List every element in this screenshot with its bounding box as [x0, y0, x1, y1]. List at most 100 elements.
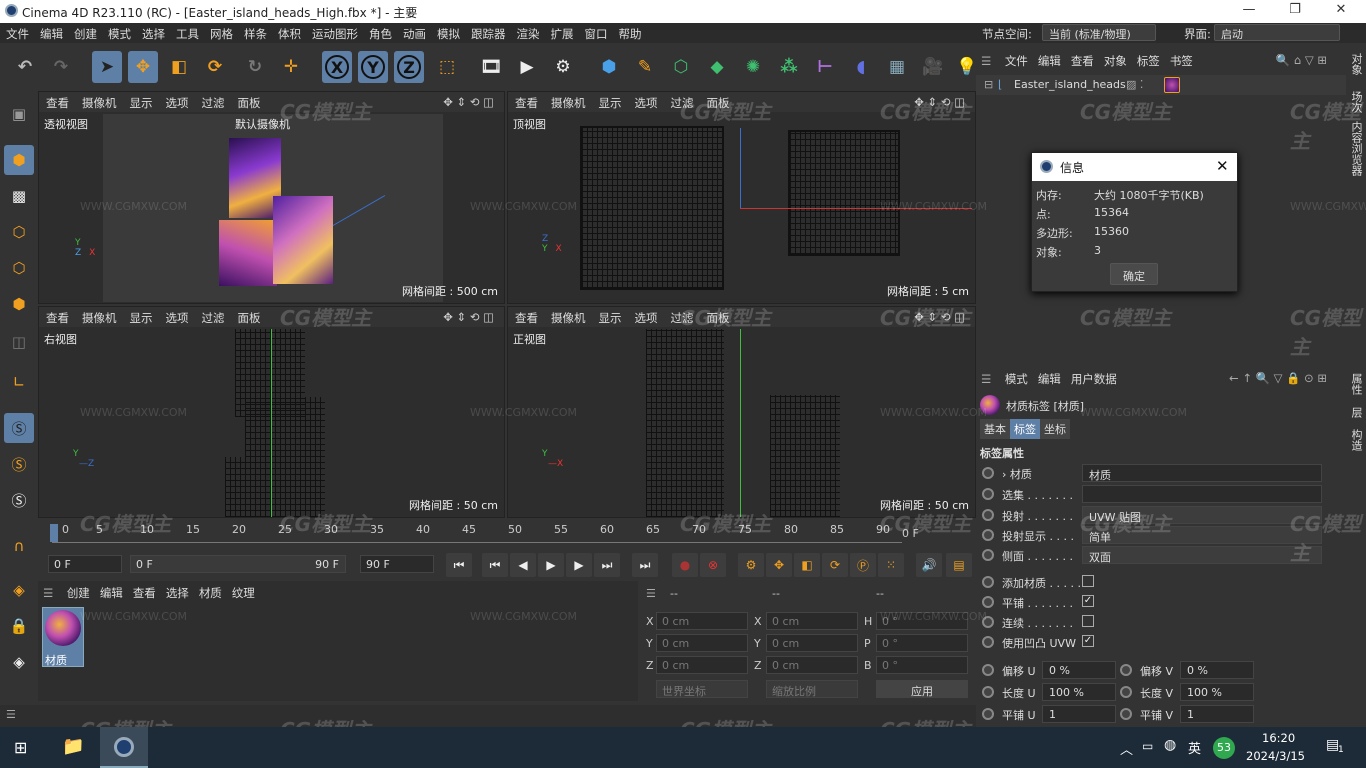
move-plus-icon[interactable]: ✛ — [276, 51, 306, 83]
layer-icon[interactable]: ▨ ⁚ — [1126, 78, 1143, 91]
menu-select[interactable]: 选择 — [136, 23, 170, 42]
floor-icon[interactable]: ▦ — [882, 51, 912, 83]
vp-menu-panel[interactable]: 面板 — [700, 307, 736, 326]
timeline-playhead[interactable] — [50, 524, 58, 542]
cinema4d-taskbar-button[interactable] — [100, 727, 148, 768]
key-scale-icon[interactable]: ◧ — [794, 553, 820, 577]
keyframe-dot-icon[interactable] — [982, 488, 994, 500]
vp-menu-camera[interactable]: 摄像机 — [544, 307, 592, 326]
record-keys-icon[interactable]: ● — [672, 553, 698, 577]
hamburger-icon[interactable]: ☰ — [976, 54, 996, 68]
menu-tracker[interactable]: 跟踪器 — [465, 23, 511, 42]
current-frame-field[interactable]: 0 F — [48, 555, 122, 573]
keyframe-dot-icon[interactable] — [982, 616, 994, 628]
keyframe-dot-icon[interactable] — [1120, 686, 1132, 698]
tab-tag[interactable]: 标签 — [1010, 419, 1040, 439]
obj-menu-bookmarks[interactable]: 书签 — [1165, 53, 1198, 69]
hamburger-icon[interactable]: ☰ — [976, 372, 996, 386]
side-tab-structure[interactable]: 构造 — [1348, 429, 1364, 451]
network-globe-icon[interactable]: ◍ — [1164, 737, 1176, 753]
render-picture-viewer-icon[interactable]: ▶ — [512, 51, 542, 83]
prev-frame-icon[interactable]: ◀ — [510, 553, 536, 577]
side-tab-attributes[interactable]: 属性 — [1348, 373, 1364, 395]
pen-spline-icon[interactable]: ✎ — [630, 51, 660, 83]
tiles-u-field[interactable]: 1 — [1042, 705, 1116, 723]
menu-tools[interactable]: 工具 — [170, 23, 204, 42]
size-z-field[interactable]: 0 cm — [766, 656, 858, 674]
rotation-h-field[interactable]: 0 ° — [876, 612, 968, 630]
minimize-button[interactable]: — — [1226, 2, 1272, 17]
offset-u-field[interactable]: 0 % — [1042, 661, 1116, 679]
hamburger-icon[interactable]: ☰ — [6, 708, 16, 721]
magnet-icon[interactable]: ∩ — [4, 531, 34, 561]
workplane-icon[interactable]: ◈ — [4, 575, 34, 605]
goto-start-icon[interactable]: ⏮ — [446, 553, 472, 577]
menu-animate[interactable]: 动画 — [397, 23, 431, 42]
side-tab-objects[interactable]: 对象 — [1348, 53, 1364, 75]
vp-menu-display[interactable]: 显示 — [123, 92, 159, 111]
rotation-p-field[interactable]: 0 ° — [876, 634, 968, 652]
mat-menu-select[interactable]: 选择 — [161, 585, 194, 601]
vp-menu-camera[interactable]: 摄像机 — [75, 92, 123, 111]
obj-menu-tags[interactable]: 标签 — [1132, 53, 1165, 69]
redo-icon[interactable]: ↷ — [46, 51, 76, 83]
mograph-fracture-icon[interactable]: ⁂ — [774, 51, 804, 83]
undo-icon[interactable]: ↶ — [10, 51, 40, 83]
axis-mode-icon[interactable]: ∟ — [4, 367, 34, 397]
rotation-b-field[interactable]: 0 ° — [876, 656, 968, 674]
menu-extensions[interactable]: 扩展 — [545, 23, 579, 42]
vp-menu-options[interactable]: 选项 — [159, 307, 195, 326]
material-tag-icon[interactable] — [1164, 77, 1180, 93]
vp-menu-options[interactable]: 选项 — [628, 92, 664, 111]
sound-icon[interactable]: 🔊 — [916, 553, 942, 577]
position-y-field[interactable]: 0 cm — [656, 634, 748, 652]
select-arrow-icon[interactable]: ➤ — [92, 51, 122, 83]
coordinate-system-icon[interactable]: ⬚ — [432, 51, 462, 83]
world-coordinates-select[interactable]: 世界坐标 — [656, 680, 748, 698]
goto-end-icon[interactable]: ⏭ — [632, 553, 658, 577]
hamburger-icon[interactable]: ☰ — [38, 586, 58, 600]
ime-indicator[interactable]: 英 — [1188, 738, 1201, 757]
vp-menu-display[interactable]: 显示 — [592, 92, 628, 111]
vp-menu-filter[interactable]: 过滤 — [664, 307, 700, 326]
viewport-nav-icons[interactable]: ✥ ⇕ ⟲ ◫ — [907, 307, 971, 324]
edges-mode-icon[interactable]: ⬡ — [4, 253, 34, 283]
end-frame-field[interactable]: 90 F — [360, 555, 434, 573]
deformer-bend-icon[interactable]: ⊢ — [810, 51, 840, 83]
planar-workplane-icon[interactable]: ◈ — [4, 647, 34, 677]
position-x-field[interactable]: 0 cm — [656, 612, 748, 630]
key-parameter-icon[interactable]: Ⓟ — [850, 553, 876, 577]
timeline-ruler[interactable]: 0 5 10 15 20 25 30 35 40 45 50 55 60 65 … — [38, 519, 976, 547]
obj-menu-edit[interactable]: 编辑 — [1033, 53, 1066, 69]
camera-icon[interactable]: 🎥 — [918, 51, 948, 83]
tile-checkbox[interactable]: ✓ — [1082, 595, 1094, 607]
menu-mode[interactable]: 模式 — [102, 23, 136, 42]
film-icon[interactable]: ▤ — [946, 553, 972, 577]
projection-select[interactable]: UVW 贴图 — [1082, 506, 1322, 524]
top-viewport[interactable]: 查看 摄像机 显示 选项 过滤 面板 ✥ ⇕ ⟲ ◫ 顶视图 ZYX 网格间距 : 5 c… — [507, 91, 976, 304]
menu-simulate[interactable]: 模拟 — [431, 23, 465, 42]
menu-create[interactable]: 创建 — [68, 23, 102, 42]
size-x-field[interactable]: 0 cm — [766, 612, 858, 630]
rotate-tool-icon[interactable]: ⟳ — [200, 51, 230, 83]
x-axis-lock-button[interactable]: X — [322, 51, 352, 83]
mat-menu-view[interactable]: 查看 — [128, 585, 161, 601]
auto-key-icon[interactable]: ⊗ — [700, 553, 726, 577]
keyframe-dot-icon[interactable] — [982, 549, 994, 561]
expand-icon[interactable]: ⊟ — [984, 78, 993, 91]
keyframe-dot-icon[interactable] — [982, 664, 994, 676]
vp-menu-view[interactable]: 查看 — [39, 92, 75, 111]
attribute-nav-icons[interactable]: ← ↑ 🔍 ▽ 🔒 ⊙ ⊞ — [1224, 371, 1332, 385]
keyframe-dot-icon[interactable] — [1120, 708, 1132, 720]
vp-menu-panel[interactable]: 面板 — [700, 92, 736, 111]
key-pla-icon[interactable]: ⁙ — [878, 553, 904, 577]
clock-time[interactable]: 16:20 — [1262, 731, 1295, 745]
battery-icon[interactable]: ▭ — [1142, 739, 1153, 753]
vp-menu-view[interactable]: 查看 — [508, 307, 544, 326]
mat-menu-texture[interactable]: 纹理 — [227, 585, 260, 601]
menu-file[interactable]: 文件 — [0, 23, 34, 42]
vp-menu-camera[interactable]: 摄像机 — [75, 307, 123, 326]
side-tab-layers[interactable]: 层 — [1348, 407, 1364, 418]
tab-coordinates[interactable]: 坐标 — [1040, 419, 1070, 439]
snap-settings-icon[interactable]: Ⓢ — [4, 449, 34, 479]
